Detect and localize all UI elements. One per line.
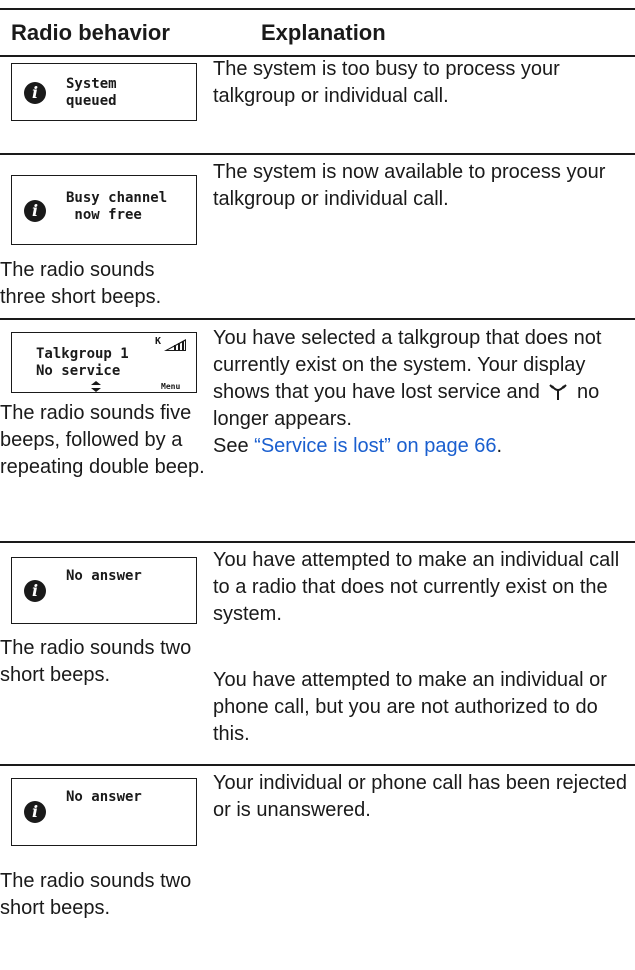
radio-display: i System queued [11, 63, 197, 121]
table-row: i No answer The radio sounds two short b… [0, 543, 635, 766]
explanation-text: You have selected a talkgroup that does … [213, 325, 628, 460]
info-icon: i [24, 580, 46, 602]
explanation-text-2: You have attempted to make an individual… [213, 669, 607, 745]
table-row: Talkgroup 1 No service K Menu The radio … [0, 321, 635, 543]
see-prefix: See [213, 435, 255, 457]
display-text: No answer [66, 568, 142, 584]
display-line-2: No service [36, 363, 121, 379]
radio-display: Talkgroup 1 No service K Menu [11, 332, 197, 393]
radio-display: i Busy channel now free [11, 175, 197, 245]
display-k: K [155, 336, 162, 347]
radio-display: i No answer [11, 778, 197, 846]
table-header: Radio behavior Explanation [0, 10, 635, 57]
behavior-text: The radio sounds five beeps, followed by… [0, 402, 205, 478]
table-row: i No answer The radio sounds two short b… [0, 766, 635, 970]
scroll-arrows-icon [91, 381, 101, 392]
antenna-icon [549, 384, 568, 400]
display-text: No answer [66, 789, 142, 805]
info-icon: i [24, 200, 46, 222]
header-radio-behavior: Radio behavior [11, 20, 170, 45]
info-icon: i [24, 801, 46, 823]
service-lost-link[interactable]: “Service is lost” on page 66 [254, 435, 496, 457]
explanation-text: The system is now available to process y… [213, 161, 606, 210]
display-text: System queued [66, 76, 117, 109]
display-text: Busy channel now free [66, 190, 168, 223]
table-row: i System queued The system is too busy t… [0, 56, 635, 155]
display-line-1: Talkgroup 1 [36, 346, 129, 362]
see-suffix: . [496, 435, 503, 457]
explanation-pre: You have selected a talkgroup that does … [213, 327, 602, 403]
signal-strength-icon [164, 339, 186, 351]
row-rule [0, 318, 635, 320]
radio-display: i No answer [11, 557, 197, 624]
behavior-text: The radio sounds three short beeps. [0, 259, 162, 308]
table-row: i Busy channel now free The radio sounds… [0, 155, 635, 321]
behavior-text: The radio sounds two short beeps. [0, 637, 192, 686]
explanation-text: Your individual or phone call has been r… [213, 772, 627, 821]
explanation-text: The system is too busy to process your t… [213, 58, 560, 107]
behavior-text: The radio sounds two short beeps. [0, 870, 192, 919]
explanation-text-1: You have attempted to make an individual… [213, 549, 620, 625]
display-menu: Menu [161, 382, 181, 391]
info-icon: i [24, 82, 46, 104]
header-explanation: Explanation [261, 20, 386, 45]
